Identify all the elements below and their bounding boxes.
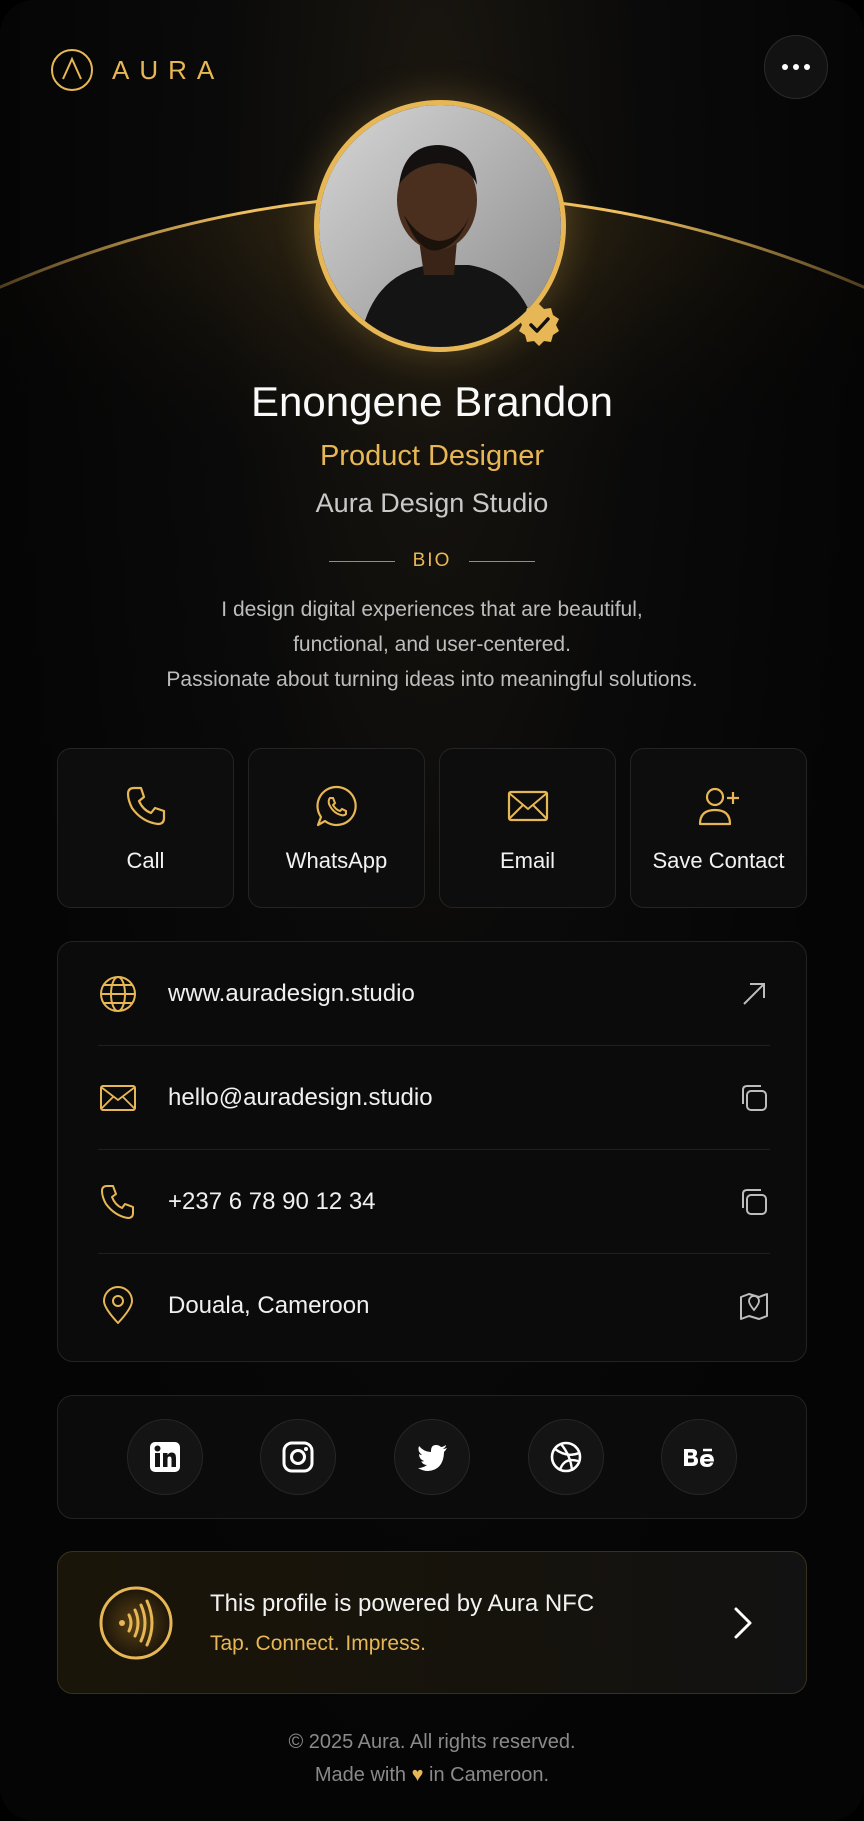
email-row[interactable]: hello@auradesign.studio [98,1046,770,1150]
divider [328,560,395,562]
nfc-text: This profile is powered by Aura NFC Tap.… [210,1590,730,1656]
external-link-icon[interactable] [738,978,770,1010]
nfc-title: This profile is powered by Aura NFC [210,1589,595,1617]
email-button[interactable]: Email [439,748,616,908]
location-pin-icon [103,1286,133,1324]
quick-actions: Call WhatsApp Email Save Contact [57,748,807,908]
behance-icon [684,1448,715,1467]
nfc-subtitle: Tap. Connect. Impress. [210,1631,426,1655]
profile-name: Enongene Brandon [251,378,613,425]
phone-icon [126,786,165,826]
profile-role: Product Designer [319,440,545,472]
avatar-container [314,100,566,352]
bio-header: BIO [0,550,864,572]
nfc-icon [99,1586,173,1659]
bio-line: Passionate about turning ideas into mean… [166,668,698,691]
behance-button[interactable] [661,1419,738,1495]
dribbble-icon [550,1441,581,1473]
copy-icon[interactable] [738,1082,770,1114]
save-contact-button[interactable]: Save Contact [630,748,807,908]
action-label: Email [499,848,555,873]
email-text: hello@auradesign.studio [168,1083,433,1111]
contact-list: www.auradesign.studio hello@auradesign.s… [57,941,807,1362]
social-links [57,1395,807,1519]
chevron-right-icon [734,1607,752,1638]
phone-icon [101,1184,134,1219]
bio-text: I design digital experiences that are be… [80,592,784,697]
profile-card-page: AURA Enongene Brandon Product Designer A… [0,0,864,1821]
made-suffix: in Cameroon. [429,1764,550,1786]
website-text: www.auradesign.studio [168,979,415,1007]
mail-icon [100,1084,136,1111]
brand-name: AURA [112,54,225,85]
location-row[interactable]: Douala, Cameroon [98,1254,770,1358]
instagram-icon [282,1441,314,1473]
whatsapp-icon [315,785,357,827]
map-icon[interactable] [738,1290,770,1322]
made-with-text: Made with ♥ in Cameroon. [0,1759,864,1792]
linkedin-icon [149,1442,180,1472]
divider [469,560,536,562]
twitter-icon [417,1445,447,1471]
action-label: WhatsApp [285,848,388,873]
call-button[interactable]: Call [57,748,234,908]
twitter-button[interactable] [393,1419,470,1495]
phone-row[interactable]: +237 6 78 90 12 34 [98,1150,770,1254]
add-user-icon [698,787,739,826]
nfc-banner[interactable]: This profile is powered by Aura NFC Tap.… [57,1551,807,1694]
bio-line: functional, and user-centered. [293,633,571,656]
action-label: Save Contact [652,848,785,873]
action-label: Call [126,848,165,873]
globe-icon [100,975,136,1012]
location-text: Douala, Cameroon [168,1292,370,1319]
brand[interactable]: AURA [50,48,224,92]
verified-badge-icon [519,304,559,346]
made-prefix: Made with [314,1764,407,1786]
copyright-text: © 2025 Aura. All rights reserved. [288,1731,576,1753]
bio-title: BIO [412,550,452,571]
whatsapp-button[interactable]: WhatsApp [248,748,425,908]
bio-line: I design digital experiences that are be… [221,598,643,621]
linkedin-button[interactable] [126,1419,203,1495]
instagram-button[interactable] [260,1419,337,1495]
more-dots-icon [782,64,810,70]
heart-icon: ♥ [411,1764,424,1786]
dribbble-button[interactable] [527,1419,604,1495]
copy-icon[interactable] [738,1186,770,1218]
more-menu-button[interactable] [764,35,828,99]
top-bar: AURA [50,35,828,99]
profile-company: Aura Design Studio [315,488,549,518]
aura-logo-icon [51,49,93,91]
phone-text: +237 6 78 90 12 34 [168,1187,376,1215]
mail-icon [507,790,548,822]
footer: © 2025 Aura. All rights reserved. Made w… [0,1726,864,1792]
website-row[interactable]: www.auradesign.studio [98,942,770,1046]
